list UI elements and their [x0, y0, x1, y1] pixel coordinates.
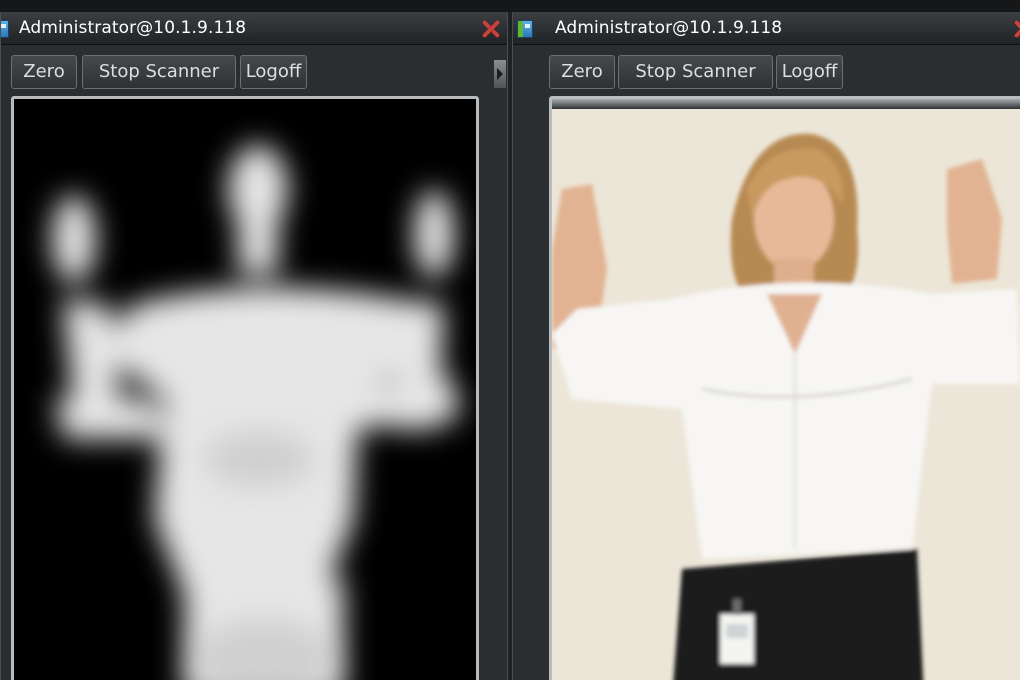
stop-scanner-button[interactable]: Stop Scanner — [618, 55, 773, 89]
logoff-button[interactable]: Logoff — [776, 55, 843, 89]
app-icon — [1, 20, 9, 38]
zero-button[interactable]: Zero — [549, 55, 615, 89]
close-icon[interactable] — [1013, 19, 1020, 39]
body-scan-image — [14, 99, 476, 680]
logoff-button[interactable]: Logoff — [240, 55, 307, 89]
zero-button[interactable]: Zero — [11, 55, 77, 89]
titlebar[interactable]: Administrator@10.1.9.118 — [1, 12, 507, 45]
app-icon — [517, 20, 533, 38]
body-scan-image-frame — [11, 96, 479, 680]
desktop-top-strip — [0, 0, 1020, 12]
camera-image-frame — [549, 96, 1020, 680]
scanner-window-right: Administrator@10.1.9.118 Zero Stop Scann… — [512, 12, 1020, 680]
window-title: Administrator@10.1.9.118 — [555, 18, 783, 38]
scanner-window-left: Administrator@10.1.9.118 Zero Stop Scann… — [0, 12, 508, 680]
stop-scanner-button[interactable]: Stop Scanner — [82, 55, 236, 89]
expand-panel-handle[interactable] — [493, 59, 507, 89]
close-icon[interactable] — [481, 19, 501, 39]
titlebar[interactable]: Administrator@10.1.9.118 — [513, 12, 1020, 45]
window-title: Administrator@10.1.9.118 — [19, 18, 247, 38]
camera-image — [552, 109, 1020, 680]
